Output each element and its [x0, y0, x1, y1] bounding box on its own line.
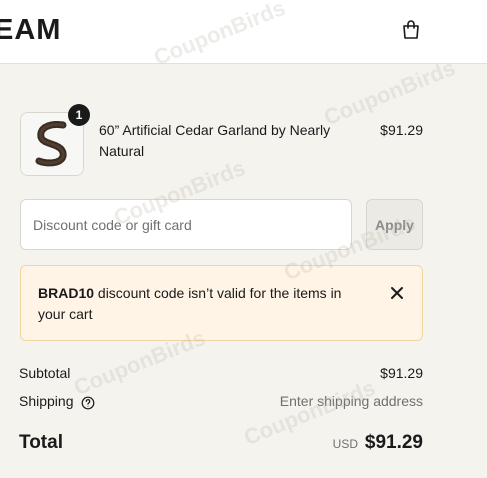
discount-code-input[interactable] — [20, 199, 352, 250]
total-label: Total — [19, 432, 63, 453]
shopping-bag-icon[interactable] — [399, 18, 423, 42]
site-header: EAM — [0, 0, 487, 64]
shipping-label: Shipping — [19, 393, 74, 409]
apply-discount-button[interactable]: Apply — [366, 199, 423, 250]
close-icon[interactable] — [387, 283, 407, 303]
discount-error-message: BRAD10 discount code isn’t valid for the… — [38, 283, 358, 325]
total-row: Total USD $91.29 — [19, 431, 423, 457]
shipping-row: Shipping Enter shipping address — [19, 391, 423, 411]
discount-error-banner: BRAD10 discount code isn’t valid for the… — [20, 265, 423, 341]
subtotal-value: $91.29 — [380, 365, 423, 381]
total-currency: USD — [332, 437, 358, 451]
store-logo[interactable]: EAM — [0, 14, 61, 47]
total-amount: $91.29 — [364, 432, 423, 453]
error-discount-code: BRAD10 — [38, 285, 95, 301]
cart-line-item: 1 60” Artificial Cedar Garland by Nearly… — [20, 104, 423, 176]
quantity-badge: 1 — [68, 104, 90, 126]
shipping-label-group: Shipping — [19, 391, 95, 411]
product-price: $91.29 — [380, 122, 423, 138]
shipping-value: Enter shipping address — [279, 393, 423, 409]
subtotal-label: Subtotal — [19, 365, 71, 381]
subtotal-row: Subtotal $91.29 — [19, 363, 423, 383]
discount-form: Apply — [20, 199, 423, 250]
question-circle-icon[interactable] — [81, 395, 95, 410]
product-title: 60” Artificial Cedar Garland by Nearly N… — [99, 122, 331, 159]
